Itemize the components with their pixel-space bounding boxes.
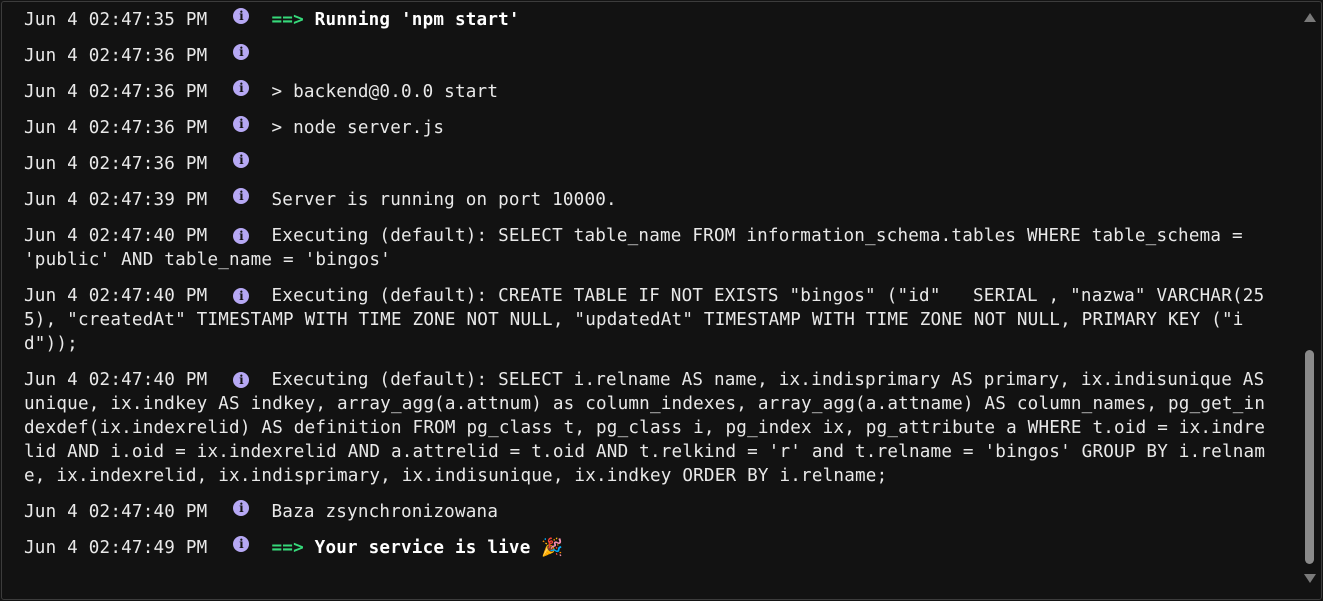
log-timestamp: Jun 4 02:47:36 PM xyxy=(24,154,208,174)
info-icon: i xyxy=(233,8,250,24)
scroll-up-arrow-icon[interactable] xyxy=(1304,13,1316,22)
info-icon: i xyxy=(233,80,250,96)
log-output: Jun 4 02:47:35 PM i ==> Running 'npm start… xyxy=(24,8,1272,572)
log-message: Your service is live 🎉 xyxy=(303,538,564,558)
log-timestamp: Jun 4 02:47:40 PM xyxy=(24,286,208,306)
log-timestamp: Jun 4 02:47:40 PM xyxy=(24,226,208,246)
scrollbar-thumb[interactable] xyxy=(1305,350,1314,564)
log-message: Running 'npm start' xyxy=(303,10,520,30)
info-icon: i xyxy=(233,500,250,516)
log-message: Executing (default): CREATE TABLE IF NOT… xyxy=(24,286,1265,354)
log-message: Executing (default): SELECT table_name F… xyxy=(24,226,1254,270)
log-entry: Jun 4 02:47:40 PM i Baza zsynchronizowana xyxy=(24,500,1272,524)
info-icon: i xyxy=(233,288,250,304)
log-timestamp: Jun 4 02:47:39 PM xyxy=(24,190,208,210)
log-timestamp: Jun 4 02:47:36 PM xyxy=(24,82,208,102)
info-icon: i xyxy=(233,536,250,552)
log-entry: Jun 4 02:47:36 PM i xyxy=(24,152,1272,176)
info-icon: i xyxy=(233,372,250,388)
info-icon: i xyxy=(233,116,250,132)
log-entry: Jun 4 02:47:35 PM i ==> Running 'npm start… xyxy=(24,8,1272,32)
info-icon: i xyxy=(233,188,250,204)
vertical-scrollbar[interactable] xyxy=(1299,2,1321,599)
log-entry: Jun 4 02:47:40 PM i Executing (default): S… xyxy=(24,368,1272,488)
log-message: Baza zsynchronizowana xyxy=(271,502,499,522)
log-timestamp: Jun 4 02:47:49 PM xyxy=(24,538,208,558)
log-timestamp: Jun 4 02:47:35 PM xyxy=(24,10,208,30)
log-entry: Jun 4 02:47:36 PM i xyxy=(24,44,1272,68)
info-icon: i xyxy=(233,152,250,168)
log-entry: Jun 4 02:47:40 PM i Executing (default): C… xyxy=(24,284,1272,356)
log-message: > backend@0.0.0 start xyxy=(271,82,499,102)
log-entry: Jun 4 02:47:36 PM i > backend@0.0.0 start xyxy=(24,80,1272,104)
scroll-down-arrow-icon[interactable] xyxy=(1304,574,1316,583)
log-message: Executing (default): SELECT i.relname AS… xyxy=(24,370,1276,486)
arrow-marker: ==> xyxy=(271,538,304,558)
arrow-marker: ==> xyxy=(271,10,304,30)
log-timestamp: Jun 4 02:47:40 PM xyxy=(24,502,208,522)
log-entry: Jun 4 02:47:36 PM i > node server.js xyxy=(24,116,1272,140)
log-message: > node server.js xyxy=(271,118,445,138)
log-timestamp: Jun 4 02:47:36 PM xyxy=(24,46,208,66)
log-entry: Jun 4 02:47:40 PM i Executing (default): S… xyxy=(24,224,1272,272)
log-entry: Jun 4 02:47:39 PM i Server is running on p… xyxy=(24,188,1272,212)
info-icon: i xyxy=(233,228,250,244)
log-entry: Jun 4 02:47:49 PM i ==> Your service is li… xyxy=(24,536,1272,560)
log-timestamp: Jun 4 02:47:36 PM xyxy=(24,118,208,138)
log-message: Server is running on port 10000. xyxy=(271,190,617,210)
info-icon: i xyxy=(233,44,250,60)
log-timestamp: Jun 4 02:47:40 PM xyxy=(24,370,208,390)
log-window: Jun 4 02:47:35 PM i ==> Running 'npm start… xyxy=(1,1,1322,600)
